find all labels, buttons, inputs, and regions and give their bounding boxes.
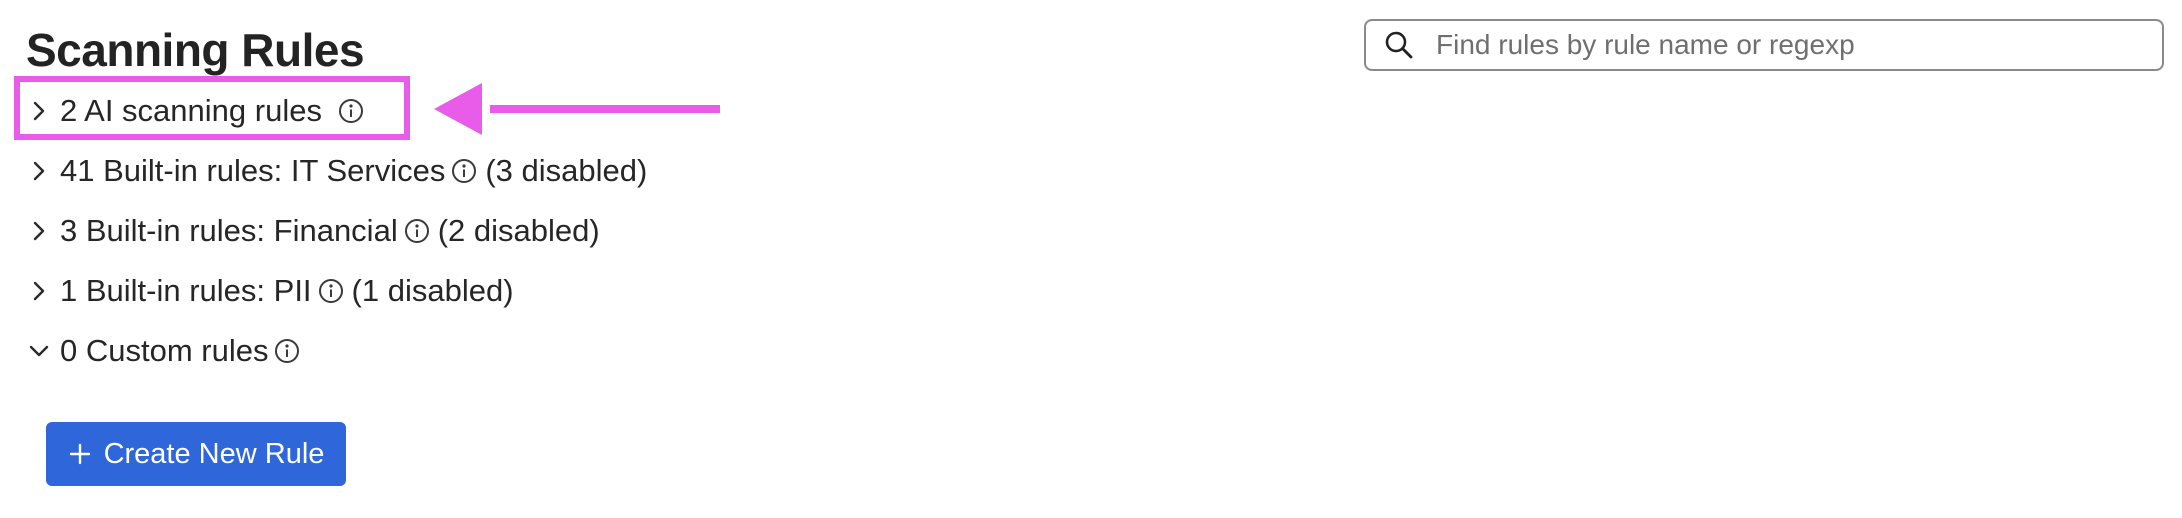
create-new-rule-label: Create New Rule: [103, 437, 325, 470]
disabled-count: (1 disabled): [351, 273, 514, 308]
rule-group-financial[interactable]: 3 Built-in rules: Financial (2 disabled): [26, 207, 600, 255]
chevron-right-icon[interactable]: [26, 276, 52, 306]
annotation-highlight-box: [14, 76, 410, 140]
info-icon[interactable]: [318, 278, 344, 304]
chevron-right-icon[interactable]: [26, 216, 52, 246]
search-icon: [1382, 28, 1416, 62]
rule-group-label: 41 Built-in rules: IT Services: [60, 153, 446, 188]
chevron-right-icon[interactable]: [26, 156, 52, 186]
rule-group-label: 1 Built-in rules: PII: [60, 273, 312, 308]
rule-group-custom[interactable]: 0 Custom rules: [26, 327, 308, 375]
create-new-rule-button[interactable]: Create New Rule: [46, 422, 346, 486]
page-title: Scanning Rules: [26, 24, 365, 76]
rule-group-label: 3 Built-in rules: Financial: [60, 213, 398, 248]
rule-group-pii[interactable]: 1 Built-in rules: PII (1 disabled): [26, 267, 514, 315]
annotation-arrow-icon: [434, 83, 720, 135]
search-box[interactable]: [1364, 19, 2164, 71]
info-icon[interactable]: [451, 158, 477, 184]
rule-group-it-services[interactable]: 41 Built-in rules: IT Services (3 disabl…: [26, 147, 647, 195]
search-input[interactable]: [1434, 28, 2162, 62]
disabled-count: (2 disabled): [437, 213, 600, 248]
chevron-down-icon[interactable]: [26, 336, 52, 366]
info-icon[interactable]: [404, 218, 430, 244]
rule-group-label: 0 Custom rules: [60, 333, 269, 368]
info-icon[interactable]: [274, 338, 300, 364]
plus-icon: [68, 442, 92, 466]
disabled-count: (3 disabled): [485, 153, 648, 188]
